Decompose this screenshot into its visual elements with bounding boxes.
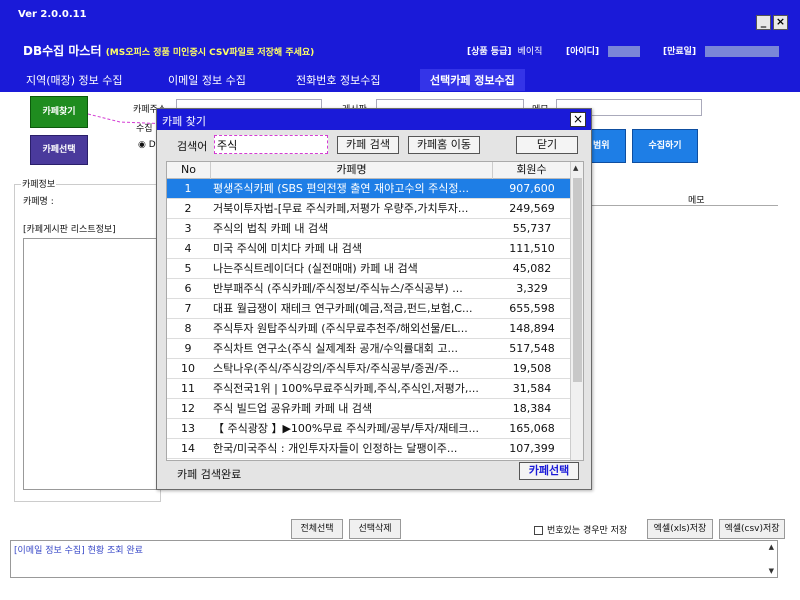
cell-name: 주식전국1위 | 100%무료주식카페,주식,주식인,저평가,... — [213, 382, 479, 395]
save-only-phone-option[interactable]: 번호있는 경우만 저장 — [534, 523, 627, 536]
cell-no: 4 — [184, 242, 192, 255]
log-scroll-down-icon[interactable]: ▼ — [769, 567, 774, 575]
cell-members: 11,529 — [497, 459, 567, 460]
dialog-close-button[interactable]: 닫기 — [516, 136, 578, 154]
log-area[interactable]: [이메일 정보 수집] 현황 조회 완료 ▲ ▼ — [10, 540, 778, 578]
cell-name: 한국/미국주식 : 개인투자자들이 인정하는 달팽이주... — [213, 442, 458, 455]
table-row[interactable]: 15 공식 아이돌 응원 게임 커뮤 아이돌 주식회사 공식 11,529 — [167, 459, 570, 460]
cell-members: 111,510 — [509, 242, 555, 255]
table-row[interactable]: 2 거북이투자법-[무료 주식카페,저평가 우량주,가치투자... 249,569 — [167, 199, 570, 219]
excel-csv-button[interactable]: 엑셀(csv)저장 — [719, 519, 785, 539]
table-row[interactable]: 14 한국/미국주식 : 개인투자자들이 인정하는 달팽이주... 107,399 — [167, 439, 570, 459]
cell-no: 14 — [181, 442, 195, 455]
cell-name: 주식 빌드업 공유카페 카페 내 검색 — [213, 402, 373, 415]
cell-name: 공식 아이돌 응원 게임 커뮤 아이돌 주식회사 공식 — [213, 459, 491, 460]
dialog-titlebar: 카페 찾기 × — [157, 109, 591, 130]
save-only-phone-label: 번호있는 경우만 저장 — [547, 526, 628, 536]
cell-members: 249,569 — [509, 202, 555, 215]
column-header-members[interactable]: 회원수 — [493, 162, 570, 179]
cell-members: 19,508 — [512, 362, 552, 375]
cell-members: 18,384 — [512, 402, 552, 415]
cafe-search-button[interactable]: 카페 검색 — [337, 136, 399, 154]
cell-no: 15 — [167, 459, 209, 460]
table-row[interactable]: 13 【 주식광장 】▶100%무료 주식카페/공부/투자/재테크... 165,0… — [167, 419, 570, 439]
save-only-phone-checkbox[interactable] — [534, 526, 543, 535]
cell-no: 1 — [184, 182, 192, 195]
cell-members: 517,548 — [509, 342, 555, 355]
log-scroll-up-icon[interactable]: ▲ — [769, 543, 774, 551]
table-row[interactable]: 7 대표 월급쟁이 재테크 연구카페(예금,적금,펀드,보험,C... 655,59… — [167, 299, 570, 319]
cell-members: 31,584 — [512, 382, 552, 395]
cell-no: 5 — [184, 262, 192, 275]
cell-no: 10 — [181, 362, 195, 375]
table-row[interactable]: 10 스탁나우(주식/주식강의/주식투자/주식공부/증권/주... 19,508 — [167, 359, 570, 379]
select-all-button[interactable]: 전체선택 — [291, 519, 343, 539]
cell-no: 2 — [184, 202, 192, 215]
cell-no: 3 — [184, 222, 192, 235]
column-header-name[interactable]: 카페명 — [211, 162, 493, 179]
cafe-home-button[interactable]: 카페홈 이동 — [408, 136, 480, 154]
cell-no: 8 — [184, 322, 192, 335]
column-header-no[interactable]: No — [167, 162, 211, 179]
cell-name: 스탁나우(주식/주식강의/주식투자/주식공부/증권/주... — [213, 362, 459, 375]
log-text: [이메일 정보 수집] 현황 조회 완료 — [14, 546, 143, 556]
scrollbar-thumb[interactable] — [573, 178, 582, 382]
delete-selected-button[interactable]: 선택삭제 — [349, 519, 401, 539]
table-row[interactable]: 4 미국 주식에 미치다 카페 내 검색 111,510 — [167, 239, 570, 259]
excel-xls-button[interactable]: 엑셀(xls)저장 — [647, 519, 713, 539]
table-row[interactable]: 8 주식투자 원탑주식카페 (주식무료추천주/해외선물/EL... 148,894 — [167, 319, 570, 339]
table-row[interactable]: 3 주식의 법칙 카페 내 검색 55,737 — [167, 219, 570, 239]
table-row[interactable]: 1 평생주식카페 (SBS 편의전쟁 출연 재야고수의 주식정... 907,600 — [167, 179, 570, 199]
cell-name: 거북이투자법-[무료 주식카페,저평가 우량주,가치투자... — [213, 202, 469, 215]
dialog-select-cafe-button[interactable]: 카페선택 — [519, 462, 579, 480]
search-label: 검색어 — [177, 140, 208, 153]
cell-name: 대표 월급쟁이 재테크 연구카페(예금,적금,펀드,보험,C... — [213, 302, 473, 315]
dialog-close-icon[interactable]: × — [570, 112, 586, 127]
table-row[interactable]: 9 주식차트 연구소(주식 실제계좌 공개/수익률대회 고... 517,548 — [167, 339, 570, 359]
table-row[interactable]: 12 주식 빌드업 공유카페 카페 내 검색 18,384 — [167, 399, 570, 419]
dialog-title: 카페 찾기 — [162, 115, 206, 128]
cell-members: 3,329 — [516, 282, 548, 295]
cell-no: 13 — [181, 422, 195, 435]
scroll-up-icon[interactable]: ▲ — [573, 164, 578, 172]
cell-members: 55,737 — [512, 222, 552, 235]
cell-name: 평생주식카페 (SBS 편의전쟁 출연 재야고수의 주식정... — [213, 182, 469, 195]
cell-members: 165,068 — [509, 422, 555, 435]
cell-name: 【 주식광장 】▶100%무료 주식카페/공부/투자/재테크... — [213, 422, 480, 435]
cell-members: 907,600 — [509, 182, 555, 195]
cafe-results-table: No 카페명 회원수 1 평생주식카페 (SBS 편의전쟁 출연 재야고수의 주식… — [166, 161, 584, 461]
table-row[interactable]: 6 반부패주식 (주식카페/주식정보/주식뉴스/주식공부) ... 3,329 — [167, 279, 570, 299]
cell-members: 45,082 — [512, 262, 552, 275]
cell-members: 148,894 — [509, 322, 555, 335]
find-cafe-dialog: 카페 찾기 × 검색어 카페 검색 카페홈 이동 닫기 No 카페명 회원수 1… — [156, 108, 592, 490]
cell-name: 주식의 법칙 카페 내 검색 — [213, 222, 329, 235]
cell-no: 6 — [184, 282, 192, 295]
cell-no: 11 — [181, 382, 195, 395]
cell-name: 주식차트 연구소(주식 실제계좌 공개/수익률대회 고... — [213, 342, 458, 355]
table-header: No 카페명 회원수 — [167, 162, 570, 179]
cell-name: 반부패주식 (주식카페/주식정보/주식뉴스/주식공부) ... — [213, 282, 463, 295]
table-scrollbar[interactable]: ▲ — [570, 162, 583, 460]
table-row[interactable]: 11 주식전국1위 | 100%무료주식카페,주식,주식인,저평가,... 31,5… — [167, 379, 570, 399]
table-row[interactable]: 5 나는주식트레이더다 (실전매매) 카페 내 검색 45,082 — [167, 259, 570, 279]
cell-members: 655,598 — [509, 302, 555, 315]
cell-name: 미국 주식에 미치다 카페 내 검색 — [213, 242, 363, 255]
cell-no: 7 — [184, 302, 192, 315]
search-input[interactable] — [214, 135, 328, 154]
table-body: 1 평생주식카페 (SBS 편의전쟁 출연 재야고수의 주식정... 907,600… — [167, 179, 570, 460]
cell-members: 107,399 — [509, 442, 555, 455]
dialog-status: 카페 검색완료 — [177, 468, 242, 481]
cell-no: 9 — [184, 342, 192, 355]
cell-name: 주식투자 원탑주식카페 (주식무료추천주/해외선물/EL... — [213, 322, 468, 335]
cell-no: 12 — [181, 402, 195, 415]
cell-name: 나는주식트레이더다 (실전매매) 카페 내 검색 — [213, 262, 418, 275]
